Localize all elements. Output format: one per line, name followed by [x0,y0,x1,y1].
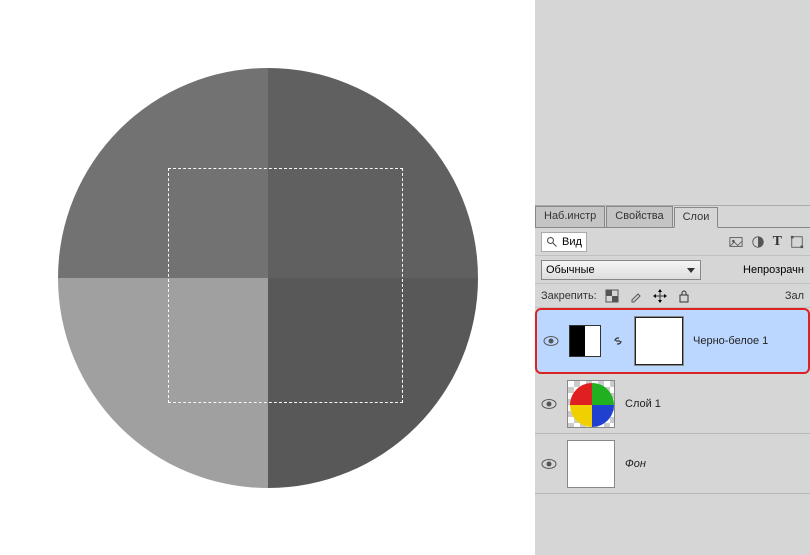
filter-label: Вид [562,236,582,248]
filter-image-icon[interactable] [729,235,743,249]
layers-list: Черно-белое 1 Слой 1 [535,308,810,555]
layer-row-adjustment[interactable]: Черно-белое 1 [535,308,810,374]
side-panel: Наб.инстр Свойства Слои Вид T Обычные [535,0,810,555]
layer-filter-row: Вид T [535,228,810,256]
quadrant-bottom-right [268,278,478,488]
layer-row-background[interactable]: Фон [535,434,810,494]
layer-thumbnail[interactable] [567,440,615,488]
layer-thumbnail[interactable] [567,380,615,428]
blend-mode-value: Обычные [546,264,595,276]
lock-all-icon[interactable] [677,289,691,303]
canvas-area[interactable] [0,0,535,555]
lock-paint-icon[interactable] [629,289,643,303]
blend-row: Обычные Непрозрачн [535,256,810,284]
chevron-down-icon [686,265,696,275]
lock-move-icon[interactable] [653,289,667,303]
layer-row-layer1[interactable]: Слой 1 [535,374,810,434]
layer-mask-thumbnail[interactable] [635,317,683,365]
quadrant-top-right [268,68,478,278]
blend-mode-select[interactable]: Обычные [541,260,701,280]
layer-name[interactable]: Слой 1 [625,398,661,410]
fill-label: Зал [785,290,804,302]
tab-properties[interactable]: Свойства [606,206,672,227]
filter-icons: T [729,234,804,250]
filter-adjust-icon[interactable] [751,235,765,249]
lock-pixels-icon[interactable] [605,289,619,303]
filter-shape-icon[interactable] [790,235,804,249]
link-icon[interactable] [611,334,625,348]
artwork-circle [58,68,478,488]
tab-presets[interactable]: Наб.инстр [535,206,605,227]
visibility-toggle-icon[interactable] [543,335,559,347]
quadrant-bottom-left [58,278,268,488]
visibility-toggle-icon[interactable] [541,398,557,410]
panel-tabs: Наб.инстр Свойства Слои [535,206,810,228]
adjustment-thumbnail[interactable] [569,325,601,357]
panel-spacer [535,0,810,205]
tab-layers[interactable]: Слои [674,207,719,228]
lock-row: Закрепить: Зал [535,284,810,308]
layer-name[interactable]: Фон [625,458,646,470]
search-icon [546,236,558,248]
layer-name[interactable]: Черно-белое 1 [693,335,768,347]
layers-panel: Наб.инстр Свойства Слои Вид T Обычные [535,205,810,555]
document-canvas[interactable] [13,23,523,533]
opacity-label: Непрозрачн [743,264,804,276]
visibility-toggle-icon[interactable] [541,458,557,470]
quadrant-top-left [58,68,268,278]
filter-text-icon[interactable]: T [773,234,782,250]
layer-filter-dropdown[interactable]: Вид [541,232,587,252]
lock-label: Закрепить: [541,290,597,302]
